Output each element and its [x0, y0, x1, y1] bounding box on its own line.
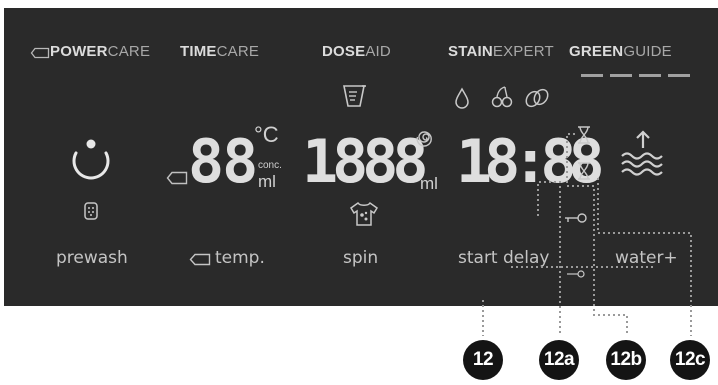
- callout-leader-lines: [482, 133, 692, 336]
- callout-12: 12: [463, 340, 503, 380]
- callout-12a: 12a: [539, 340, 579, 380]
- callout-12c: 12c: [670, 340, 710, 380]
- callout-12b: 12b: [606, 340, 646, 380]
